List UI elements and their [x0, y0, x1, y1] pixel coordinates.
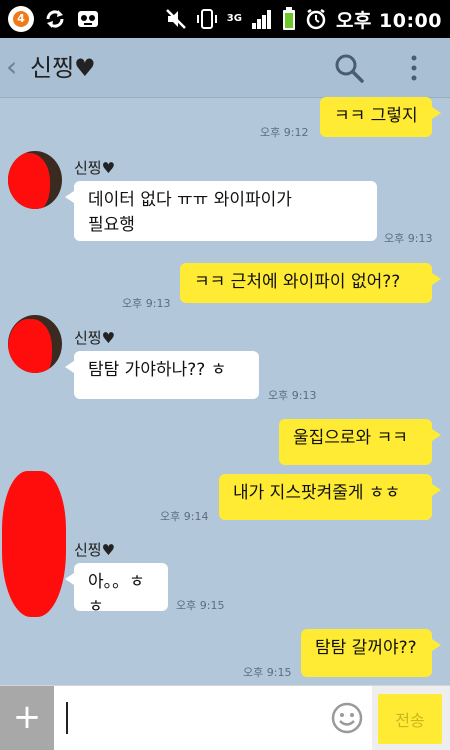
send-button[interactable]: 전송	[378, 694, 442, 744]
sender-name: 신찡♥	[74, 327, 115, 348]
input-bar: + 전송	[0, 685, 450, 750]
heart-icon: ♥	[74, 54, 96, 82]
battery-icon	[282, 7, 295, 30]
their-message-bubble[interactable]: 데이터 없다 ㅠㅠ 와이파이가 필요행	[74, 181, 377, 241]
avatar[interactable]	[8, 151, 62, 209]
message-time: 오후 9:15	[176, 599, 225, 612]
chat-area[interactable]: ㅋㅋ 그렇지 오후 9:12 신찡♥ 데이터 없다 ㅠㅠ 와이파이가 필요행 오…	[0, 97, 450, 685]
heart-icon: ♥	[101, 159, 116, 177]
sender-name-text: 신찡	[74, 159, 102, 177]
alarm-icon	[306, 8, 326, 30]
my-message-bubble[interactable]: 울집으로와 ㅋㅋ	[279, 419, 432, 465]
sender-name-text: 신찡	[74, 329, 102, 347]
bubble-tail	[432, 273, 441, 285]
sender-name: 신찡♥	[74, 539, 115, 560]
bubble-tail	[65, 361, 74, 373]
sender-name-text: 신찡	[74, 541, 102, 559]
bubble-tail	[432, 484, 441, 496]
heart-icon: ♥	[101, 329, 116, 347]
message-time: 오후 9:15	[243, 666, 292, 679]
sender-name: 신찡♥	[74, 157, 115, 178]
vibrate-icon	[196, 9, 217, 29]
notification-badge: 4	[8, 6, 34, 32]
my-message-bubble[interactable]: 내가 지스팟켜줄게 ㅎㅎ	[219, 474, 432, 520]
network-type: 3G	[226, 13, 242, 24]
more-menu-icon[interactable]	[404, 54, 424, 82]
redaction-mark	[8, 319, 52, 373]
my-message-bubble[interactable]: ㅋㅋ 근처에 와이파이 없어??	[180, 263, 432, 303]
avatar[interactable]	[8, 315, 62, 373]
message-time: 오후 9:13	[122, 297, 171, 310]
back-icon[interactable]: ‹	[6, 50, 17, 84]
message-line: 필요행	[88, 215, 135, 235]
message-time: 오후 9:13	[268, 389, 317, 402]
bubble-tail	[432, 429, 441, 441]
mute-icon	[165, 9, 186, 29]
message-time: 오후 9:13	[384, 232, 433, 245]
message-time: 오후 9:14	[160, 510, 209, 523]
sync-icon	[46, 10, 64, 28]
signal-icon	[251, 10, 271, 29]
bubble-tail	[432, 107, 441, 119]
emoticon-icon[interactable]	[331, 702, 363, 734]
their-message-bubble[interactable]: 탐탐 가야하나?? ㅎ	[74, 351, 259, 399]
bubble-tail	[65, 191, 74, 203]
search-icon[interactable]	[334, 53, 364, 83]
my-message-bubble[interactable]: ㅋㅋ 그렇지	[320, 97, 432, 137]
heart-icon: ♥	[101, 541, 116, 559]
bubble-tail	[65, 573, 74, 585]
message-time: 오후 9:12	[260, 126, 309, 139]
notification-count: 4	[13, 11, 29, 27]
bubble-tail	[432, 639, 441, 651]
chat-title: 신찡♥	[30, 52, 96, 84]
redaction-mark	[2, 471, 66, 617]
voicemail-icon	[78, 11, 98, 27]
their-message-bubble[interactable]: 아。。ㅎㅎ	[74, 563, 168, 617]
chat-header: ‹ 신찡♥	[0, 38, 450, 98]
clock: 오후 10:00	[335, 9, 442, 32]
attach-plus-button[interactable]: +	[0, 686, 54, 750]
status-bar: 4 3G 오후 10:00	[0, 0, 450, 38]
my-message-bubble[interactable]: 탐탐 갈꺼야??	[301, 629, 432, 677]
message-input[interactable]	[54, 686, 372, 750]
message-line: 데이터 없다 ㅠㅠ 와이파이가	[88, 190, 292, 210]
redaction-mark	[8, 153, 50, 209]
text-caret	[66, 702, 68, 734]
chat-title-text: 신찡	[30, 54, 75, 82]
